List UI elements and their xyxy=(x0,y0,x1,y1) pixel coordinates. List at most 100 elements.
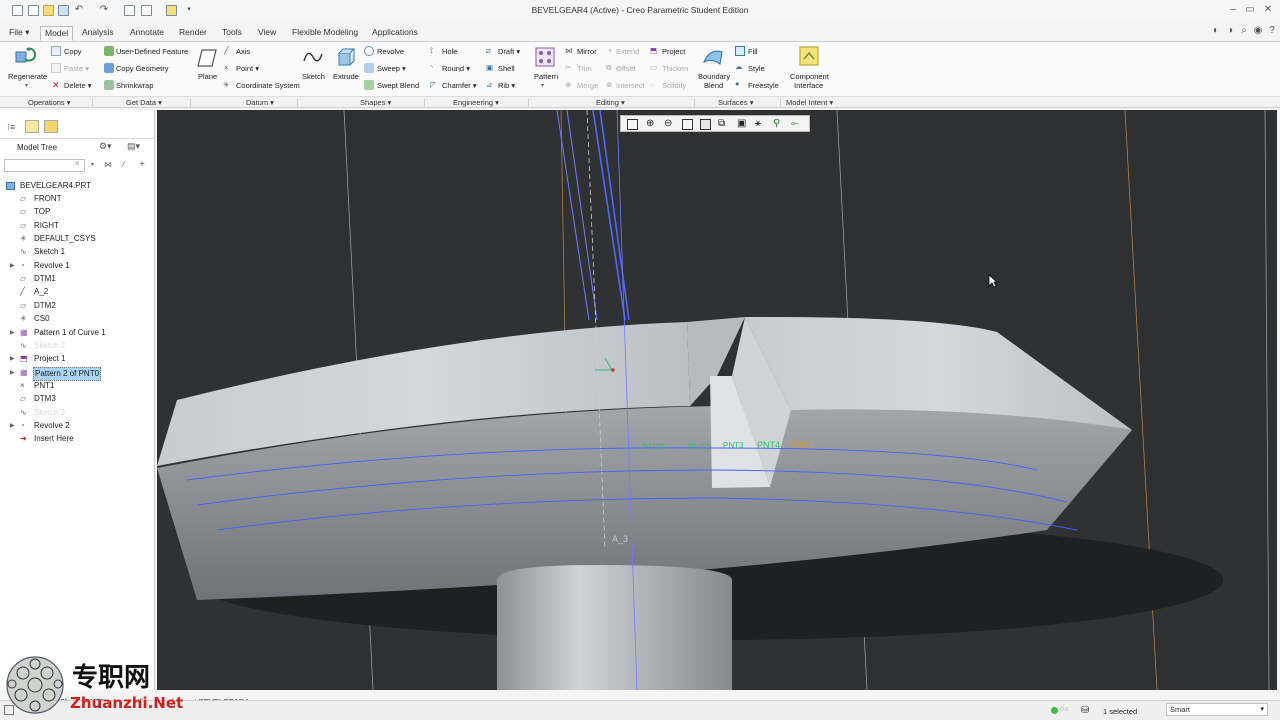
find-icon[interactable]: ⛁ xyxy=(1081,705,1089,716)
maximize-button[interactable]: ▭ xyxy=(1244,4,1256,16)
rib-button[interactable]: Rib ▾ xyxy=(498,81,515,90)
boundary-blend-button[interactable]: Boundary xyxy=(698,72,730,81)
chamfer-button[interactable]: Chamfer ▾ xyxy=(442,81,477,90)
style-button[interactable]: Style xyxy=(748,64,765,73)
tab-render[interactable]: Render xyxy=(175,26,211,41)
refit-icon[interactable] xyxy=(627,119,638,130)
selection-filter-select[interactable]: Smart ▾ xyxy=(1166,703,1268,716)
regenerate-button[interactable]: Regenerate xyxy=(8,72,47,81)
minimize-button[interactable]: – xyxy=(1227,4,1239,16)
expand-arrow-icon[interactable]: ▶ xyxy=(10,420,15,432)
tab-model[interactable]: Model xyxy=(40,26,74,41)
axis-button[interactable]: Axis xyxy=(236,47,250,56)
pattern-button[interactable]: Pattern xyxy=(534,72,558,81)
group-operations[interactable]: Operations ▾ xyxy=(28,98,71,107)
axis-label-a3[interactable]: A_3 xyxy=(612,534,628,544)
mirror-button[interactable]: Mirror xyxy=(577,47,597,56)
show-menu-icon[interactable]: ▤▾ xyxy=(127,141,140,152)
point-button[interactable]: Point ▾ xyxy=(236,64,259,73)
help-menu-icon[interactable]: ? xyxy=(1266,25,1278,37)
annotation-display-icon[interactable]: ⟜ xyxy=(791,119,802,130)
model-tree-tab-icon[interactable]: ⁝≡ xyxy=(7,122,15,133)
tree-filter-icon[interactable]: ⋈ xyxy=(104,160,112,169)
offset-button[interactable]: Offset xyxy=(616,64,636,73)
group-editing[interactable]: Editing ▾ xyxy=(596,98,625,107)
tree-settings-icon[interactable]: ⚙▾ xyxy=(99,141,112,152)
back-icon[interactable]: ◐ xyxy=(1210,25,1222,37)
display-style-icon[interactable] xyxy=(700,119,711,130)
clear-search-icon[interactable]: × xyxy=(75,159,80,168)
project-button[interactable]: Project xyxy=(662,47,685,56)
copy-geometry-button[interactable]: Copy Geometry xyxy=(116,64,169,73)
tab-analysis[interactable]: Analysis xyxy=(78,26,118,41)
tab-flexible-modeling[interactable]: Flexible Modeling xyxy=(288,26,362,41)
sweep-button[interactable]: Sweep ▾ xyxy=(377,64,406,73)
shell-button[interactable]: Shell xyxy=(498,64,515,73)
forward-icon[interactable]: ◑ xyxy=(1224,25,1236,37)
coordinate-system-button[interactable]: Coordinate System xyxy=(236,81,300,90)
expand-arrow-icon[interactable]: ▶ xyxy=(10,367,15,379)
component-interface-button[interactable]: Component xyxy=(790,72,829,81)
tab-file[interactable]: File ▾ xyxy=(5,26,33,41)
group-shapes[interactable]: Shapes ▾ xyxy=(360,98,391,107)
close-button[interactable]: ✕ xyxy=(1262,4,1274,16)
datum-display-filters-icon[interactable]: ⚲ xyxy=(773,119,784,130)
freestyle-button[interactable]: Freestyle xyxy=(748,81,779,90)
paste-button[interactable]: Paste ▾ xyxy=(64,64,89,73)
selected-count[interactable]: 1 selected xyxy=(1103,707,1137,716)
graphics-viewport[interactable]: PNT0 PNT2 PNT3 PNT4 PNT1 A_3 xyxy=(157,110,1277,690)
round-button[interactable]: Round ▾ xyxy=(442,64,470,73)
point-label-pnt3[interactable]: PNT3 xyxy=(723,441,743,450)
extrude-button[interactable]: Extrude xyxy=(333,72,359,81)
tab-annotate[interactable]: Annotate xyxy=(126,26,168,41)
delete-button[interactable]: Delete ▾ xyxy=(64,81,92,90)
tab-tools[interactable]: Tools xyxy=(218,26,246,41)
sketch-button[interactable]: Sketch xyxy=(302,72,325,81)
thicken-button[interactable]: Thicken xyxy=(662,64,688,73)
tree-search-input[interactable] xyxy=(4,159,85,172)
group-engineering[interactable]: Engineering ▾ xyxy=(453,98,499,107)
pattern-dropdown-icon[interactable]: ▾ xyxy=(541,82,544,89)
tab-applications[interactable]: Applications xyxy=(368,26,422,41)
group-get-data[interactable]: Get Data ▾ xyxy=(126,98,162,107)
saved-orientations-icon[interactable]: ⧉ xyxy=(718,119,729,130)
favorites-icon[interactable] xyxy=(44,120,58,133)
regenerate-dropdown-icon[interactable]: ▾ xyxy=(25,82,28,89)
trim-button[interactable]: Trim xyxy=(577,64,592,73)
point-label-pnt4[interactable]: PNT4 xyxy=(757,440,780,450)
expand-arrow-icon[interactable]: ▶ xyxy=(10,327,15,339)
search-icon[interactable]: ⌕ xyxy=(1238,25,1250,37)
point-label-pnt2[interactable]: PNT2 xyxy=(688,442,711,452)
solidify-button[interactable]: Solidify xyxy=(662,81,686,90)
zoom-in-icon[interactable]: ⊕ xyxy=(646,119,657,130)
expand-arrow-icon[interactable]: ▶ xyxy=(10,353,15,365)
group-surfaces[interactable]: Surfaces ▾ xyxy=(718,98,753,107)
merge-button[interactable]: Merge xyxy=(577,81,598,90)
revolve-button[interactable]: Revolve xyxy=(377,47,404,56)
point-label-pnt0[interactable]: PNT0 xyxy=(642,442,665,452)
copy-button[interactable]: Copy xyxy=(64,47,82,56)
folder-browser-icon[interactable] xyxy=(25,120,39,133)
zoom-out-icon[interactable]: ⊖ xyxy=(664,119,675,130)
search-dropdown-icon[interactable]: ▾ xyxy=(91,161,94,168)
shrinkwrap-button[interactable]: Shrinkwrap xyxy=(116,81,154,90)
expand-arrow-icon[interactable]: ▶ xyxy=(10,260,15,272)
help-icon[interactable]: ◉ xyxy=(1252,25,1264,37)
fill-button[interactable]: Fill xyxy=(748,47,758,56)
hole-button[interactable]: Hole xyxy=(442,47,457,56)
swept-blend-button[interactable]: Swept Blend xyxy=(377,81,419,90)
point-label-pnt1[interactable]: PNT1 xyxy=(791,440,814,450)
intersect-button[interactable]: Intersect xyxy=(616,81,645,90)
tree-pick-icon[interactable]: ⁄ xyxy=(123,160,124,169)
plane-button[interactable]: Plane xyxy=(198,72,217,81)
perspective-view-icon[interactable]: ⚹ xyxy=(755,119,766,130)
repaint-icon[interactable] xyxy=(682,119,693,130)
view-manager-icon[interactable]: ▣ xyxy=(737,119,748,130)
tab-view[interactable]: View xyxy=(254,26,280,41)
tree-add-icon[interactable]: + xyxy=(139,159,145,170)
extend-button[interactable]: Extend xyxy=(616,47,639,56)
user-defined-feature-button[interactable]: User-Defined Feature xyxy=(116,47,188,56)
group-model-intent[interactable]: Model Intent ▾ xyxy=(786,98,833,107)
draft-button[interactable]: Draft ▾ xyxy=(498,47,520,56)
group-datum[interactable]: Datum ▾ xyxy=(246,98,274,107)
